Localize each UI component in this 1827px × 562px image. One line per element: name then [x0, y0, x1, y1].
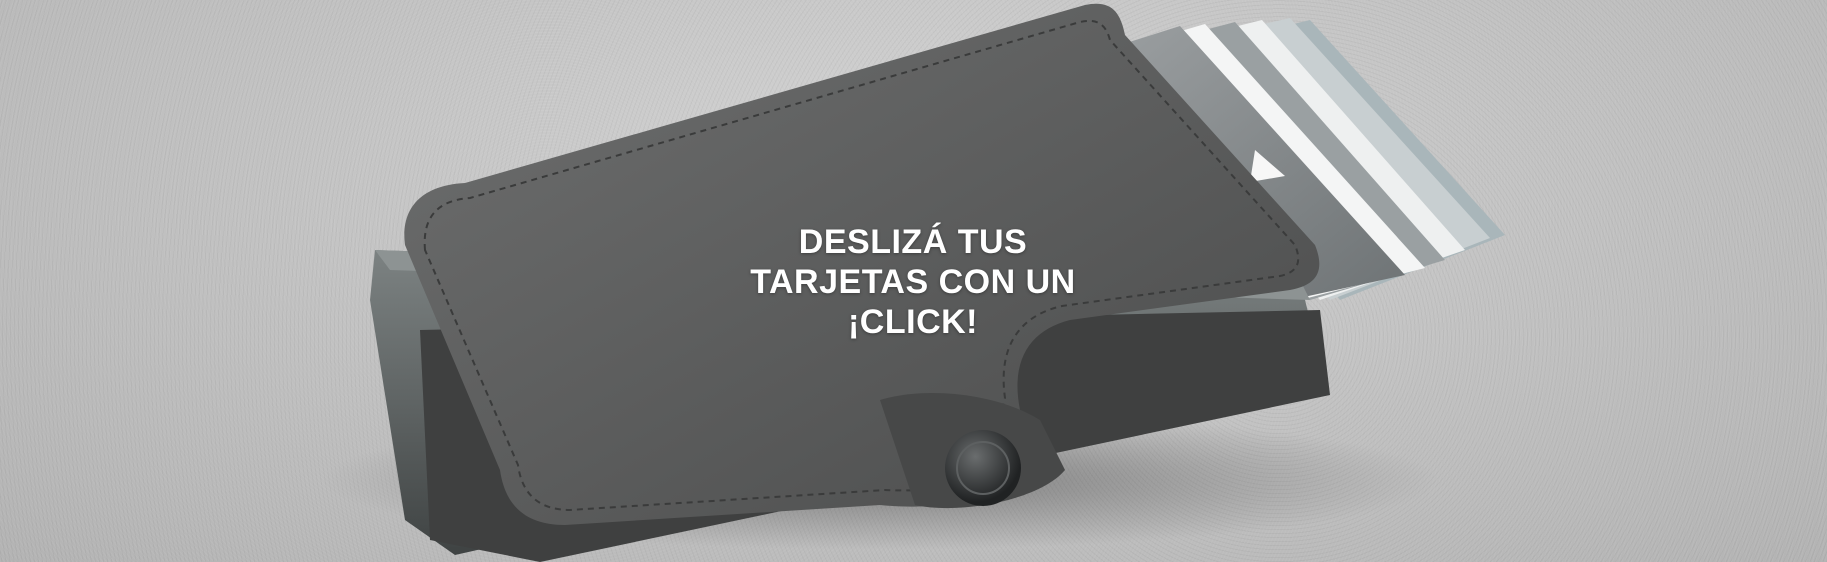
headline-line-3: ¡CLICK!: [847, 303, 979, 341]
hero-banner: WALLA DESLIZÁ TUS TARJETAS CON UN ¡CLICK…: [0, 0, 1827, 562]
headline-line-2: TARJETAS CON UN: [750, 263, 1076, 301]
headline-line-1: DESLIZÁ TUS: [798, 223, 1028, 261]
headline: DESLIZÁ TUS TARJETAS CON UN ¡CLICK!: [733, 222, 1093, 342]
